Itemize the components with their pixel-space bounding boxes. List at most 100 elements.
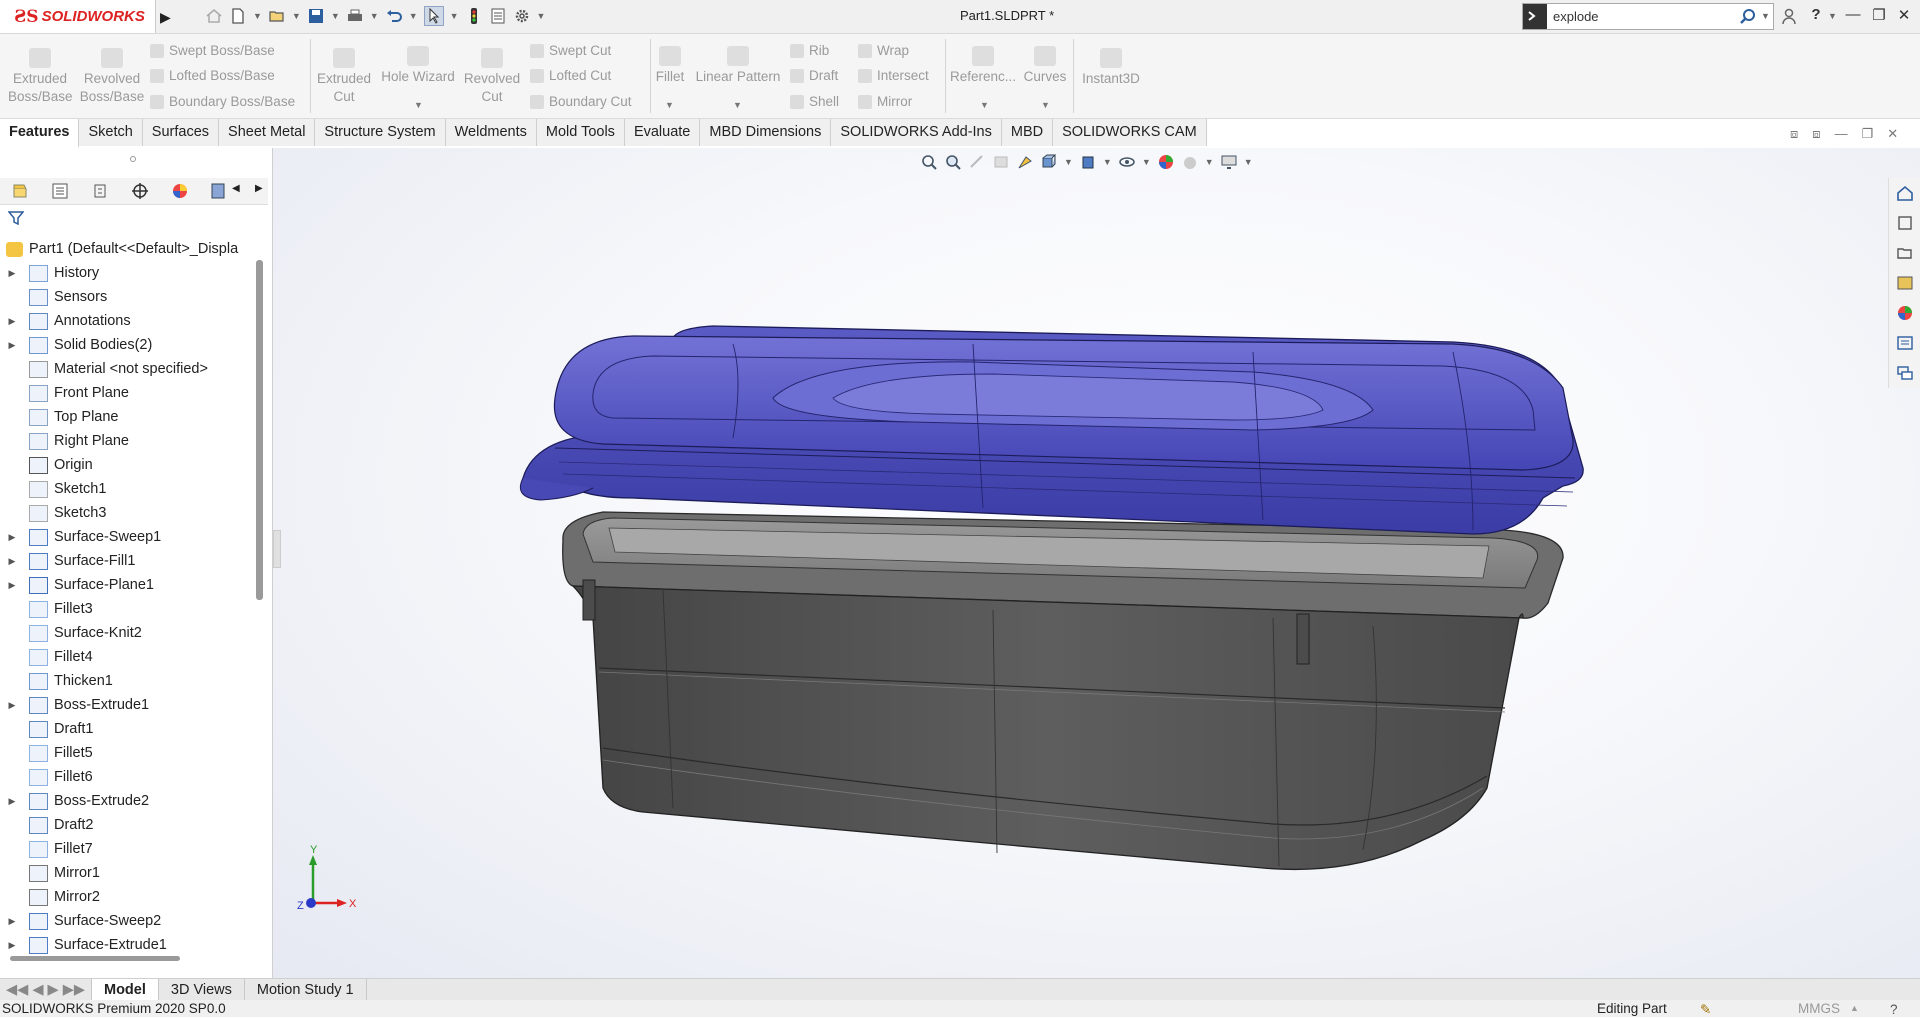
chevron-down-icon[interactable]: ▼: [331, 11, 340, 21]
tree-item-boss-extrude2[interactable]: ▶ Boss-Extrude2: [0, 789, 265, 813]
tree-item-fillet5[interactable]: Fillet5: [0, 741, 265, 765]
tree-root-part[interactable]: Part1 (Default<<Default>_Displa: [0, 237, 265, 261]
chevron-down-icon[interactable]: ▼: [1103, 157, 1112, 167]
tree-item-sketch1[interactable]: Sketch1: [0, 477, 265, 501]
edit-appearance-icon[interactable]: [1157, 153, 1175, 171]
revolved-boss-base-button[interactable]: Revolved Boss/Base: [78, 48, 146, 106]
rib-button[interactable]: Rib: [790, 43, 829, 58]
tree-item-surface-sweep2[interactable]: ▶ Surface-Sweep2: [0, 909, 265, 933]
chevron-down-icon[interactable]: ▼: [733, 100, 742, 110]
expand-arrow-icon[interactable]: ▶: [4, 532, 20, 543]
undo-icon[interactable]: [385, 7, 403, 25]
fillet-button[interactable]: Fillet: [652, 46, 688, 86]
custom-properties-icon[interactable]: [1896, 334, 1914, 352]
zoom-to-fit-icon[interactable]: [920, 153, 938, 171]
minimize-icon[interactable]: —: [1835, 126, 1848, 142]
tree-item-boss-extrude1[interactable]: ▶ Boss-Extrude1: [0, 693, 265, 717]
new-document-icon[interactable]: [229, 7, 247, 25]
linear-pattern-button[interactable]: Linear Pattern: [692, 46, 784, 86]
help-icon[interactable]: ?: [1805, 6, 1827, 23]
search-input[interactable]: [1551, 6, 1740, 27]
close-icon[interactable]: ✕: [1887, 126, 1898, 142]
hide-show-items-icon[interactable]: [1118, 153, 1136, 171]
tab-3d-views[interactable]: 3D Views: [159, 979, 245, 1001]
tab-surfaces[interactable]: Surfaces: [142, 119, 220, 146]
close-icon[interactable]: ✕: [1893, 6, 1915, 24]
tree-horizontal-scrollbar[interactable]: [10, 956, 180, 961]
graphics-area[interactable]: Y X Z: [273, 148, 1920, 978]
chevron-down-icon[interactable]: ▼: [537, 11, 546, 21]
wrap-button[interactable]: Wrap: [858, 43, 909, 58]
expand-arrow-icon[interactable]: ▶: [4, 940, 20, 951]
tree-item-surface-plane1[interactable]: ▶ Surface-Plane1: [0, 573, 265, 597]
tile-left-icon[interactable]: ⧈: [1790, 126, 1798, 142]
expand-arrow-icon[interactable]: ▶: [4, 796, 20, 807]
boundary-cut-button[interactable]: Boundary Cut: [530, 94, 632, 109]
search-commands-box[interactable]: ▼: [1522, 3, 1774, 30]
print-icon[interactable]: [346, 7, 364, 25]
tree-item-surface-extrude1[interactable]: ▶ Surface-Extrude1: [0, 933, 265, 957]
intersect-button[interactable]: Intersect: [858, 68, 929, 83]
dimxpert-manager-icon[interactable]: [130, 181, 150, 201]
design-library-icon[interactable]: [1896, 214, 1914, 232]
tab-solidworks-add-ins[interactable]: SOLIDWORKS Add-Ins: [831, 119, 1002, 146]
cam-manager-icon[interactable]: [208, 181, 228, 201]
tree-item-solid-bodies-2[interactable]: ▶ Solid Bodies(2): [0, 333, 265, 357]
display-style-icon[interactable]: [1079, 153, 1097, 171]
display-manager-icon[interactable]: [170, 181, 190, 201]
tree-item-front-plane[interactable]: Front Plane: [0, 381, 265, 405]
view-settings-icon[interactable]: [1220, 153, 1238, 171]
chevron-down-icon[interactable]: ▼: [1244, 157, 1253, 167]
traffic-light-icon[interactable]: [465, 7, 483, 25]
minimize-icon[interactable]: —: [1842, 6, 1864, 23]
tree-item-fillet6[interactable]: Fillet6: [0, 765, 265, 789]
save-icon[interactable]: [307, 7, 325, 25]
tree-item-draft2[interactable]: Draft2: [0, 813, 265, 837]
expand-arrow-icon[interactable]: ▶: [4, 556, 20, 567]
chevron-down-icon[interactable]: ▼: [980, 100, 989, 110]
open-folder-icon[interactable]: [268, 7, 286, 25]
view-orientation-icon[interactable]: [1040, 153, 1058, 171]
expand-arrow-icon[interactable]: ▶: [4, 580, 20, 591]
swept-cut-button[interactable]: Swept Cut: [530, 43, 611, 58]
section-view-icon[interactable]: [992, 153, 1010, 171]
tab-mbd[interactable]: MBD: [1001, 119, 1054, 146]
dynamic-annotation-icon[interactable]: [1016, 153, 1034, 171]
model-view[interactable]: [273, 148, 1920, 978]
chevron-down-icon[interactable]: ▼: [292, 11, 301, 21]
curves-button[interactable]: Curves: [1020, 46, 1070, 86]
tree-item-fillet3[interactable]: Fillet3: [0, 597, 265, 621]
tree-item-history[interactable]: ▶ History: [0, 261, 265, 285]
tree-item-top-plane[interactable]: Top Plane: [0, 405, 265, 429]
file-properties-icon[interactable]: [489, 7, 507, 25]
chevron-down-icon[interactable]: ▼: [370, 11, 379, 21]
tree-item-material-not-specified[interactable]: Material <not specified>: [0, 357, 265, 381]
home-icon[interactable]: [205, 7, 223, 25]
tree-item-surface-fill1[interactable]: ▶ Surface-Fill1: [0, 549, 265, 573]
container-base[interactable]: [562, 511, 1564, 871]
tree-item-mirror1[interactable]: Mirror1: [0, 861, 265, 885]
expand-arrow-icon[interactable]: ▶: [4, 340, 20, 351]
select-arrow-icon[interactable]: [423, 6, 444, 26]
tab-mbd-dimensions[interactable]: MBD Dimensions: [700, 119, 832, 146]
panel-splitter-handle[interactable]: [130, 156, 136, 162]
tab-structure-system[interactable]: Structure System: [315, 119, 446, 146]
chevron-down-icon[interactable]: ▼: [1205, 157, 1214, 167]
tab-sketch[interactable]: Sketch: [79, 119, 143, 146]
chevron-down-icon[interactable]: ▼: [414, 100, 423, 110]
search-icon[interactable]: [1739, 8, 1757, 26]
mirror-button[interactable]: Mirror: [858, 94, 912, 109]
tab-mold-tools[interactable]: Mold Tools: [536, 119, 625, 146]
expand-arrow-icon[interactable]: ▶: [4, 268, 20, 279]
chevron-down-icon[interactable]: ▼: [450, 11, 459, 21]
tab-model[interactable]: Model: [92, 979, 159, 1001]
configuration-manager-icon[interactable]: [90, 181, 110, 201]
tree-item-thicken1[interactable]: Thicken1: [0, 669, 265, 693]
draft-button[interactable]: Draft: [790, 68, 838, 83]
restore-icon[interactable]: ❐: [1862, 126, 1874, 142]
tab-scroll-left-icon[interactable]: ◀: [232, 183, 240, 194]
expand-arrow-icon[interactable]: ▶: [4, 316, 20, 327]
revolved-cut-button[interactable]: Revolved Cut: [460, 48, 524, 106]
chevron-down-icon[interactable]: ▼: [409, 11, 418, 21]
instant3d-button[interactable]: Instant3D: [1076, 48, 1146, 88]
